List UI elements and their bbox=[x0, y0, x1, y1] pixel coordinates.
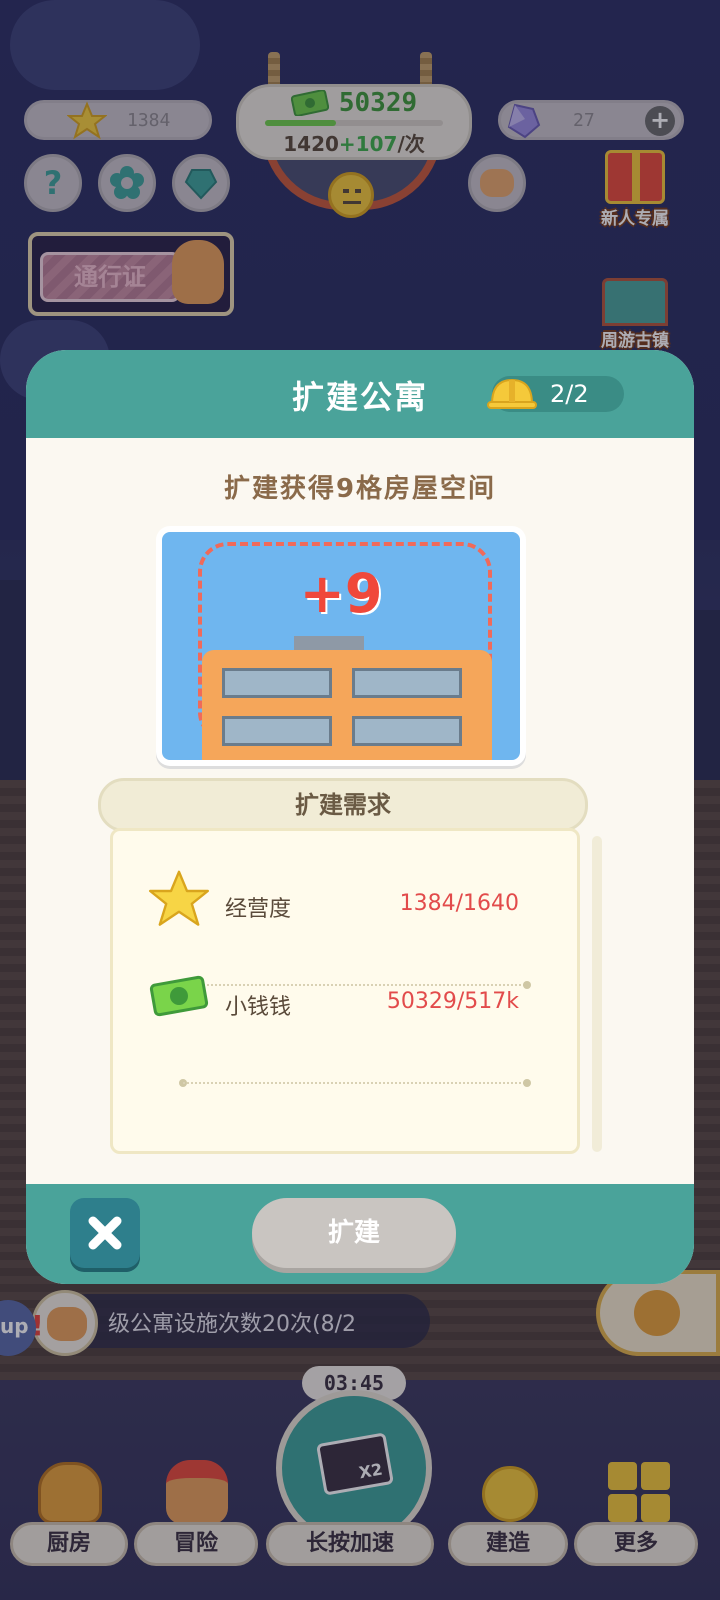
rooftop-structure bbox=[294, 636, 364, 650]
apartment-building bbox=[202, 650, 492, 760]
expansion-preview-image: +9 bbox=[156, 526, 526, 766]
helmet-counter: 2/2 bbox=[487, 376, 624, 412]
requirement-row: 小钱钱 50329/517k bbox=[113, 967, 577, 1037]
close-button[interactable] bbox=[70, 1198, 140, 1268]
requirements-header: 扩建需求 bbox=[98, 778, 588, 832]
requirements-list: 经营度 1384/1640 小钱钱 50329/517k bbox=[110, 828, 580, 1154]
requirement-row: 经营度 1384/1640 bbox=[113, 869, 577, 939]
cash-icon bbox=[149, 975, 209, 1017]
close-icon bbox=[88, 1216, 122, 1250]
requirements-scrollbar[interactable] bbox=[592, 836, 602, 1152]
preview-bonus: +9 bbox=[299, 562, 383, 625]
requirements-title: 扩建需求 bbox=[295, 791, 391, 819]
requirement-value: 50329/517k bbox=[386, 989, 519, 1014]
dialog-subtitle: 扩建获得9格房屋空间 bbox=[223, 474, 497, 504]
star-icon bbox=[149, 870, 209, 926]
requirement-name: 小钱钱 bbox=[225, 995, 292, 1020]
expand-apartment-dialog: 扩建公寓 2/2 扩建获得9格房屋空间 +9 扩建需求 经营度 1384/164… bbox=[26, 350, 694, 1284]
expand-button[interactable]: 扩建 bbox=[252, 1198, 456, 1268]
expand-button-label: 扩建 bbox=[327, 1218, 380, 1248]
helmet-icon bbox=[487, 378, 537, 409]
requirement-value: 1384/1640 bbox=[399, 891, 519, 916]
requirement-name: 经营度 bbox=[225, 897, 292, 922]
helmet-count: 2/2 bbox=[550, 380, 589, 408]
